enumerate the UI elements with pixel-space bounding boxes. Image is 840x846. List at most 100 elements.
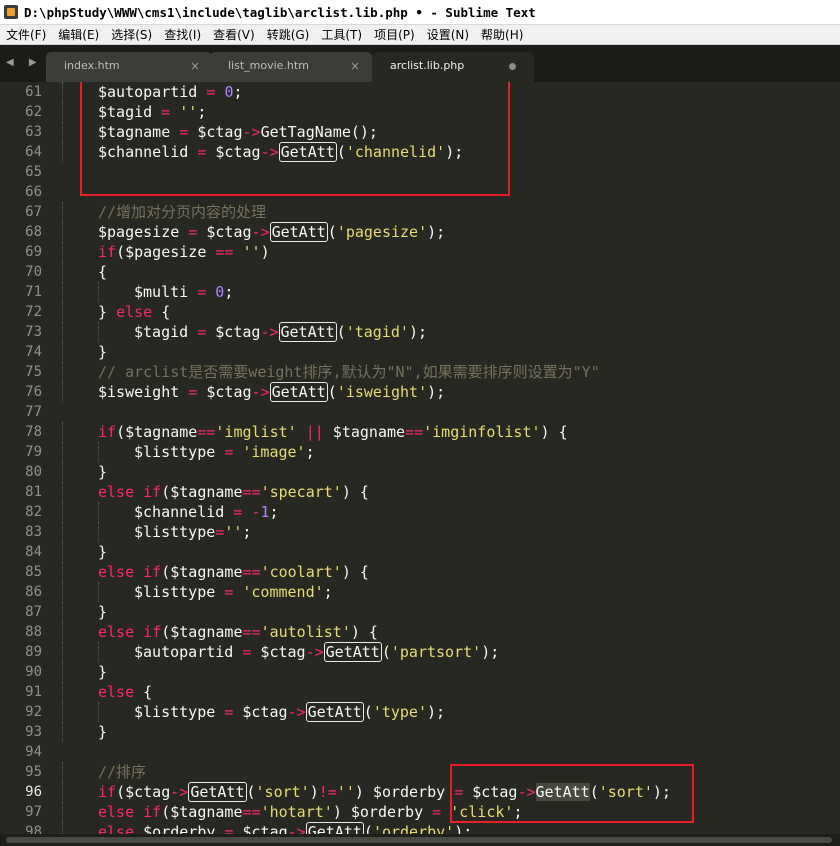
code-token: ; bbox=[305, 443, 315, 461]
menu-item[interactable]: 设置(N) bbox=[421, 25, 475, 44]
code-line[interactable]: } bbox=[98, 542, 107, 562]
indent-guide bbox=[98, 322, 99, 342]
code-line[interactable]: } bbox=[98, 602, 107, 622]
code-line[interactable]: $listtype = 'image'; bbox=[134, 442, 315, 462]
line-number: 96 bbox=[25, 784, 42, 800]
code-line[interactable]: $channelid = -1; bbox=[134, 502, 279, 522]
indent-guide bbox=[62, 762, 63, 782]
menu-item[interactable]: 查找(I) bbox=[158, 25, 207, 44]
tab-index-htm[interactable]: index.htm × bbox=[46, 52, 212, 82]
operator-token: == bbox=[215, 243, 234, 261]
code-line[interactable]: } bbox=[98, 462, 107, 482]
menu-item[interactable]: 项目(P) bbox=[368, 25, 421, 44]
line-number: 86 bbox=[25, 584, 42, 600]
code-token: $ctag bbox=[197, 223, 252, 241]
code-line[interactable]: $multi = 0; bbox=[134, 282, 233, 302]
code-token: ) bbox=[260, 243, 270, 261]
code-line[interactable]: else if($tagname=='coolart') { bbox=[98, 562, 369, 582]
line-number: 72 bbox=[25, 304, 42, 320]
menu-item[interactable]: 工具(T) bbox=[315, 25, 368, 44]
indent-guide bbox=[62, 262, 63, 282]
code-line[interactable]: } bbox=[98, 342, 107, 362]
code-token: ($tagname bbox=[161, 803, 243, 821]
window-title: D:\phpStudy\WWW\cms1\include\taglib\arcl… bbox=[24, 5, 536, 20]
code-line[interactable]: { bbox=[98, 262, 107, 282]
indent-guide bbox=[98, 582, 99, 602]
indent-guide bbox=[62, 542, 63, 562]
menu-item[interactable]: 转跳(G) bbox=[261, 25, 316, 44]
code-line[interactable]: if($pagesize == '') bbox=[98, 242, 270, 262]
code-line[interactable]: else $orderby = $ctag-> GetAtt ('orderby')… bbox=[98, 822, 472, 834]
code-line[interactable]: } bbox=[98, 722, 107, 742]
code-line[interactable]: } bbox=[98, 662, 107, 682]
indent-guide bbox=[62, 222, 63, 242]
unsaved-dot-icon[interactable] bbox=[509, 63, 516, 70]
code-line[interactable]: else { bbox=[98, 682, 152, 702]
code-line[interactable]: $listtype = $ctag-> GetAtt ('type'); bbox=[134, 702, 445, 722]
menu-item[interactable]: 查看(V) bbox=[207, 25, 261, 44]
code-line[interactable]: $isweight = $ctag-> GetAtt ('isweight'); bbox=[98, 382, 445, 402]
tab-list-movie-htm[interactable]: list_movie.htm × bbox=[210, 52, 372, 82]
code-line[interactable]: } else { bbox=[98, 302, 170, 322]
operator-token: -> bbox=[260, 323, 279, 341]
variable-token: $listtype bbox=[134, 583, 216, 601]
line-number: 84 bbox=[25, 544, 42, 560]
code-line[interactable]: //增加对分页内容的处理 bbox=[98, 202, 266, 222]
line-number: 91 bbox=[25, 684, 42, 700]
string-token: 'partsort' bbox=[390, 643, 482, 661]
code-token: ( bbox=[381, 643, 391, 661]
code-line[interactable]: //排序 bbox=[98, 762, 146, 782]
keyword-token: else bbox=[116, 303, 153, 321]
code-token: } bbox=[98, 603, 108, 621]
indent-guide bbox=[62, 422, 63, 442]
keyword-token: else bbox=[98, 563, 135, 581]
operator-token: == bbox=[197, 423, 216, 441]
line-number: 66 bbox=[25, 184, 42, 200]
line-number: 92 bbox=[25, 704, 42, 720]
operator-token: -> bbox=[287, 823, 306, 834]
code-editor[interactable]: 61 62 63 64 65 66 67 68 69 70 71 72 73 74 75 76 77 78 79 80… bbox=[0, 82, 840, 834]
code-token: } bbox=[98, 303, 117, 321]
line-number: 98 bbox=[25, 824, 42, 834]
menu-item[interactable]: 选择(S) bbox=[105, 25, 158, 44]
keyword-token: if bbox=[143, 483, 162, 501]
string-token: '' bbox=[224, 523, 243, 541]
code-line[interactable]: $listtype = 'commend'; bbox=[134, 582, 333, 602]
keyword-token: else bbox=[98, 623, 135, 641]
code-token: ); bbox=[454, 823, 473, 834]
code-line[interactable]: else if($tagname=='autolist') { bbox=[98, 622, 378, 642]
tab-close-icon[interactable]: × bbox=[190, 52, 200, 80]
code-token: { bbox=[98, 263, 108, 281]
line-number: 64 bbox=[25, 144, 42, 160]
code-line[interactable]: $pagesize = $ctag-> GetAtt ('pagesize'); bbox=[98, 222, 445, 242]
scrollbar-thumb[interactable] bbox=[6, 837, 832, 843]
indent-guide bbox=[62, 322, 63, 342]
horizontal-scrollbar[interactable] bbox=[0, 834, 840, 846]
indent-guide bbox=[62, 362, 63, 382]
code-line[interactable]: $listtype=''; bbox=[134, 522, 251, 542]
tab-nav-arrows-icon[interactable]: ◀ ▶ bbox=[6, 57, 43, 68]
code-line[interactable]: // arclist是否需要weight排序,默认为"N",如果需要排序则设置为… bbox=[98, 362, 600, 382]
code-token: $ctag bbox=[233, 703, 288, 721]
code-line[interactable]: $autopartid = $ctag-> GetAtt ('partsort'); bbox=[134, 642, 499, 662]
menu-item[interactable]: 文件(F) bbox=[0, 25, 52, 44]
string-token: 'sort' bbox=[255, 783, 310, 801]
code-token: ; bbox=[269, 503, 279, 521]
variable-token: $listtype bbox=[134, 523, 216, 541]
tab-close-icon[interactable]: × bbox=[350, 52, 360, 80]
function-token: GetAtt bbox=[323, 642, 382, 662]
code-line[interactable]: else if($tagname=='specart') { bbox=[98, 482, 369, 502]
code-line[interactable]: $tagid = $ctag-> GetAtt ('tagid'); bbox=[134, 322, 427, 342]
menu-item[interactable]: 编辑(E) bbox=[52, 25, 105, 44]
code-token: ) { bbox=[341, 563, 369, 581]
function-token: GetAtt bbox=[188, 782, 247, 802]
menu-item[interactable]: 帮助(H) bbox=[475, 25, 529, 44]
indent-guide bbox=[98, 282, 99, 302]
code-token: ) { bbox=[341, 483, 369, 501]
tab-arclist-lib-php[interactable]: arclist.lib.php bbox=[372, 52, 534, 82]
code-line[interactable]: if($tagname=='imglist' || $tagname=='img… bbox=[98, 422, 568, 442]
line-number: 63 bbox=[25, 124, 42, 140]
